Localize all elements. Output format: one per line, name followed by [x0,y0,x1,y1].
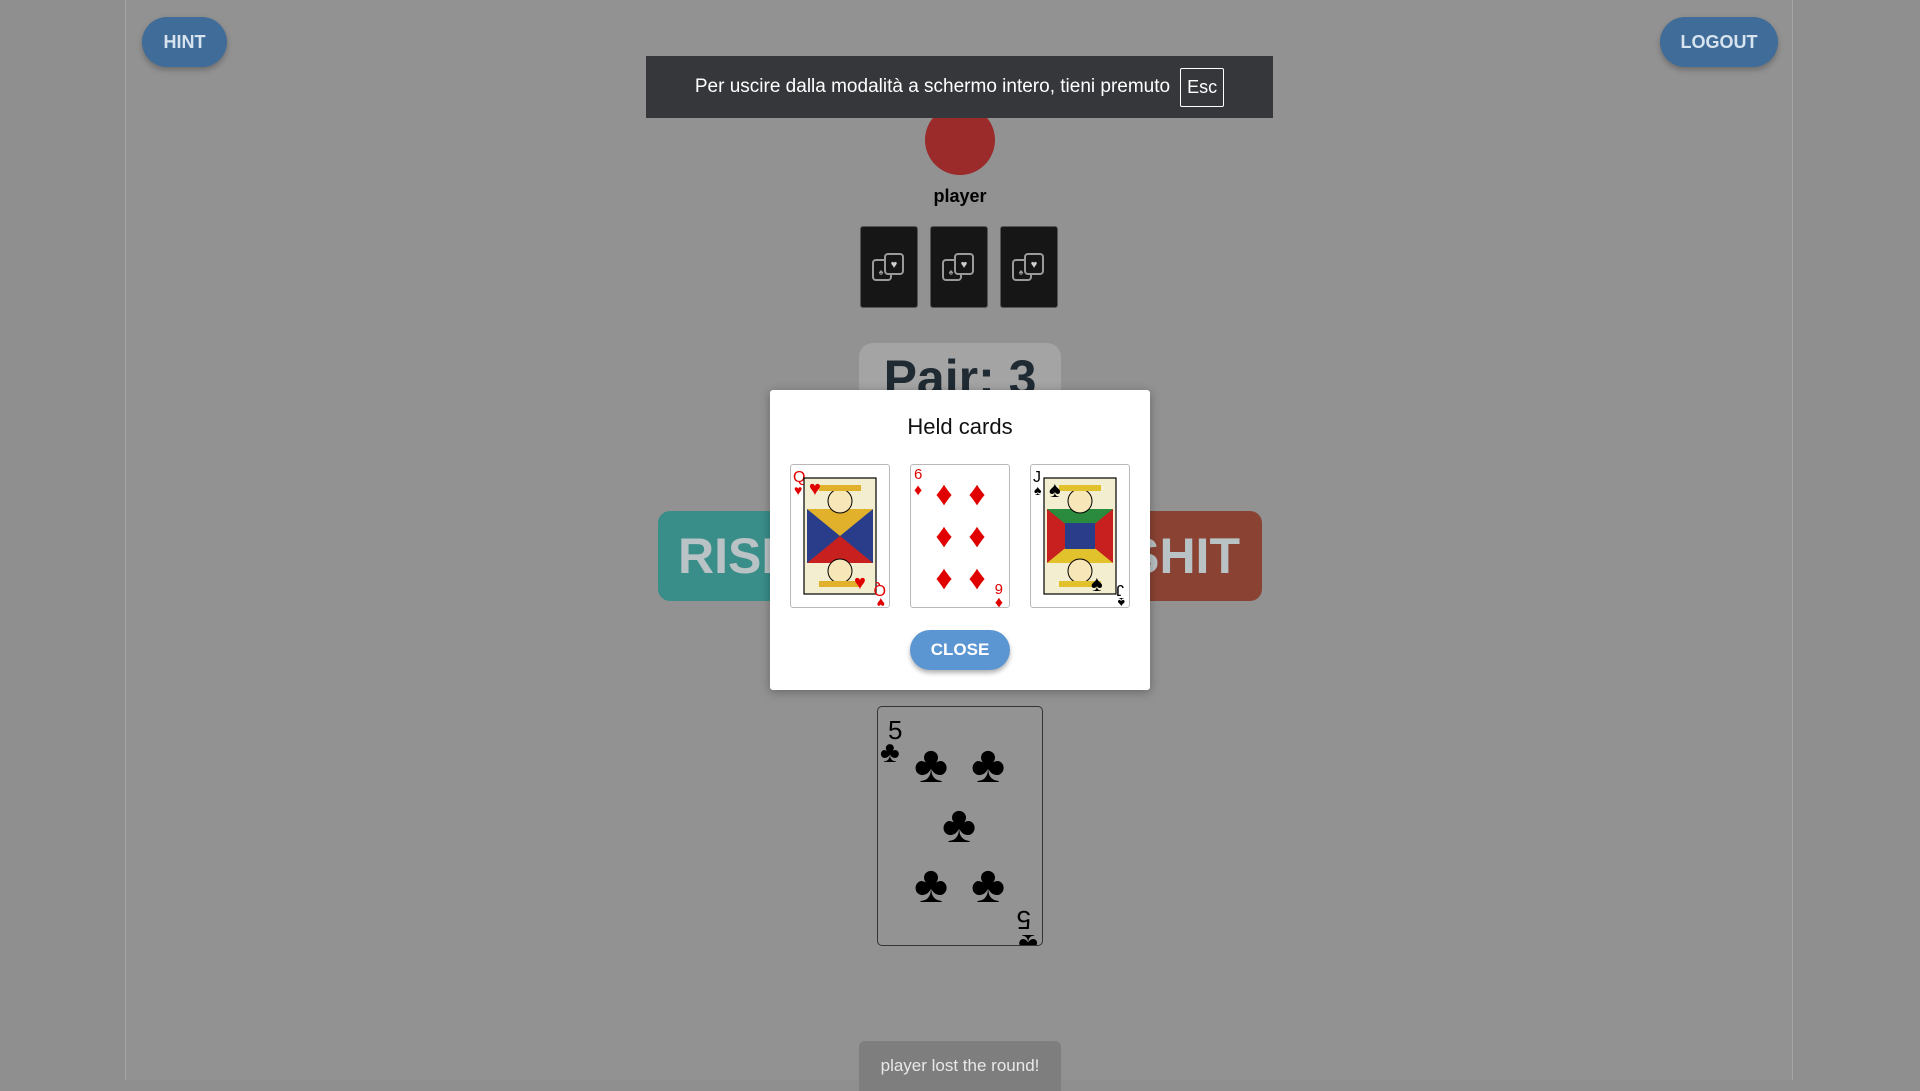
diamond-icon: ♦ [935,517,952,555]
spade-icon: ♠ [1049,477,1061,502]
club-icon: ♣ [971,736,1005,794]
logout-button[interactable]: LOGOUT [1660,17,1778,67]
status-message: player lost the round! [859,1041,1061,1091]
held-card-six-of-diamonds[interactable]: 6 ♦ ♦ ♦ ♦ ♦ ♦ ♦ ♦ 6 [910,464,1010,611]
table-card-five-of-clubs[interactable]: 5 ♣ ♣ ♣ ♣ ♣ ♣ ♣ 5 [877,706,1043,961]
svg-text:♥: ♥ [1031,259,1038,271]
diamond-icon: ♦ [968,475,985,513]
modal-title: Held cards [907,414,1013,439]
opponent-card-back: ♥ ♠ [930,226,988,308]
club-icon: ♣ [914,736,948,794]
svg-text:♠: ♠ [879,267,884,277]
held-card-jack-of-spades[interactable]: J ♠ ♠ ♠ ♠ J [1030,464,1130,611]
card-rank: Q [874,581,886,598]
card-rank: 6 [995,580,1003,597]
held-cards-modal: Held cards Q ♥ ♥ ♥ ♥ Q 6 ♦ ♦ ♦ ♦ ♦ ♦ ♦ ♦… [770,390,1150,690]
card-rank: 6 [914,466,922,483]
heart-icon: ♥ [854,572,866,594]
club-icon: ♣ [914,856,948,914]
opponent-card-back: ♥ ♠ [1000,226,1058,308]
cards-icon: ♥ ♠ [872,253,904,281]
spade-icon: ♠ [1091,571,1103,596]
cards-icon: ♥ ♠ [1012,253,1044,281]
diamond-icon: ♦ [914,482,922,499]
club-icon: ♣ [942,796,976,854]
fullscreen-message: Per uscire dalla modalità a schermo inte… [694,76,1171,97]
spade-icon: ♠ [1034,482,1042,498]
held-card-queen-of-hearts[interactable]: Q ♥ ♥ ♥ ♥ Q [790,464,890,611]
card-rank: J [1116,581,1124,598]
svg-text:♠: ♠ [1019,267,1024,277]
club-icon: ♣ [880,736,900,769]
opponent-name: player [933,186,987,206]
club-icon: ♣ [971,856,1005,914]
esc-key: Esc [1180,67,1225,107]
heart-icon: ♥ [794,482,802,498]
opponent-card-back: ♥ ♠ [860,226,918,308]
heart-icon: ♥ [809,478,821,500]
svg-text:♥: ♥ [961,259,968,271]
table-card-rank: 5 [1017,905,1031,935]
diamond-icon: ♦ [935,559,952,597]
diamond-icon: ♦ [968,517,985,555]
hint-button[interactable]: HINT [142,17,227,67]
close-button[interactable]: CLOSE [910,630,1010,670]
svg-text:♥: ♥ [891,259,898,271]
diamond-icon: ♦ [935,475,952,513]
diamond-icon: ♦ [968,559,985,597]
fullscreen-banner: Per uscire dalla modalità a schermo inte… [646,56,1273,118]
svg-text:♠: ♠ [949,267,954,277]
cards-icon: ♥ ♠ [942,253,974,281]
